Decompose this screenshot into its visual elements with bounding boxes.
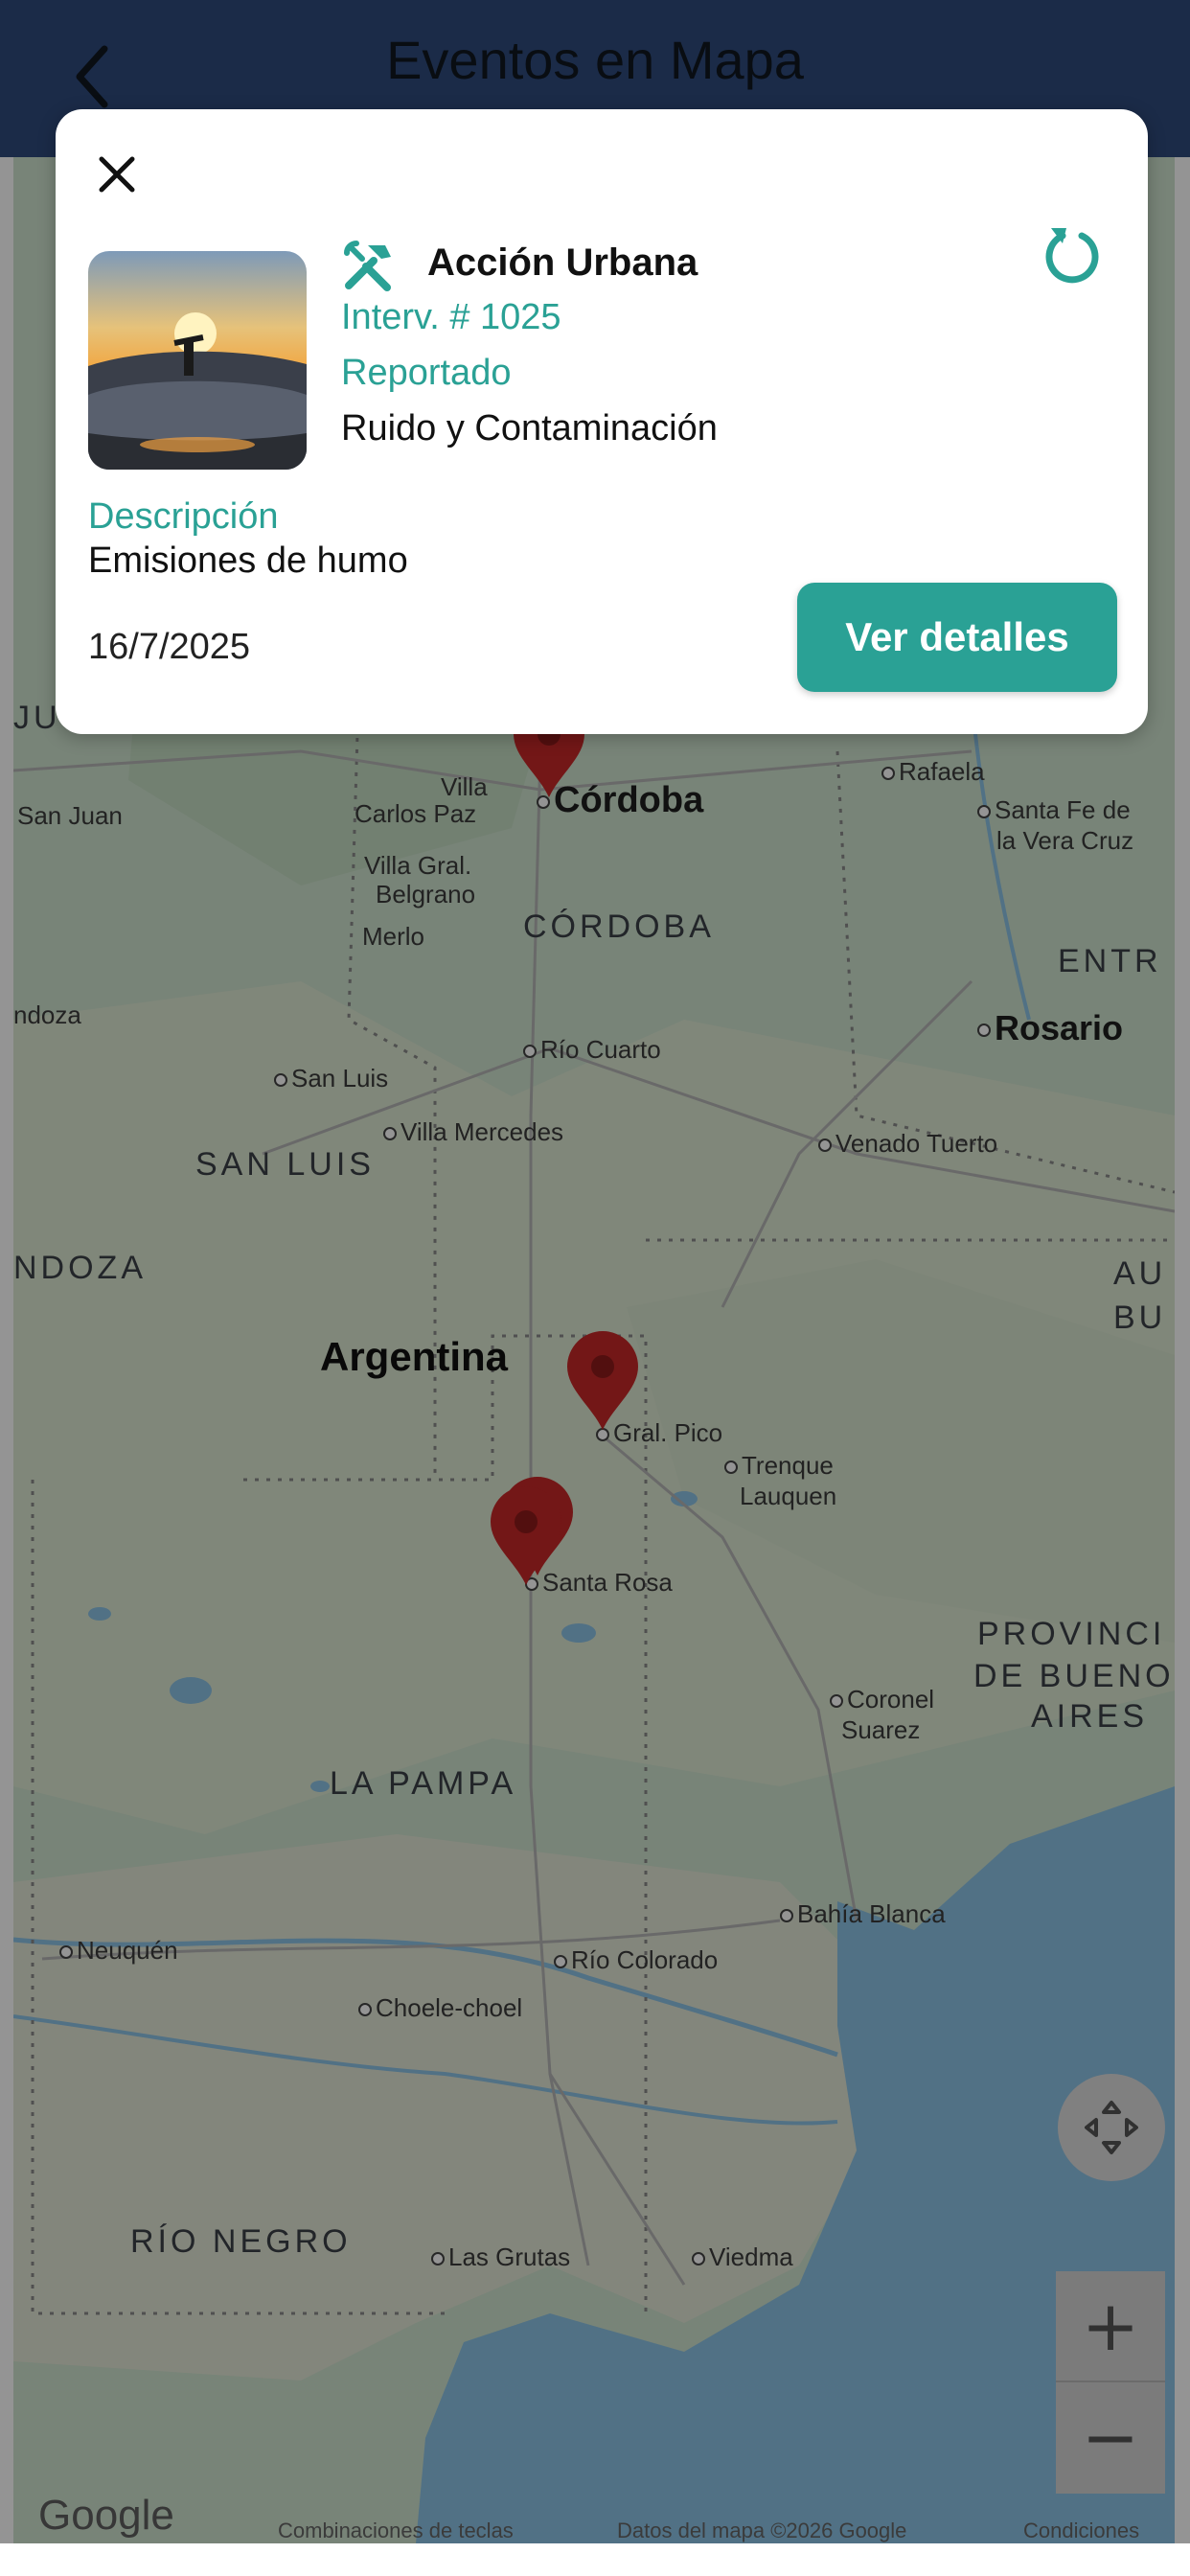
intervention-number: Interv. # 1025 bbox=[341, 297, 561, 337]
status-text: Reportado bbox=[341, 353, 512, 393]
category-text: Ruido y Contaminación bbox=[341, 408, 718, 448]
screen: JU San Juan Villa Carlos Paz Córdoba Vil… bbox=[0, 0, 1190, 2576]
event-date: 16/7/2025 bbox=[88, 627, 251, 667]
tools-icon bbox=[341, 238, 397, 293]
close-button[interactable] bbox=[86, 144, 148, 205]
refresh-button[interactable] bbox=[1039, 215, 1106, 291]
refresh-icon bbox=[1045, 228, 1099, 284]
event-card: Acción Urbana Interv. # 1025 Reportado R… bbox=[56, 109, 1148, 734]
event-photo[interactable] bbox=[88, 251, 307, 470]
bottom-strip bbox=[0, 2543, 1190, 2576]
view-details-button[interactable]: Ver detalles bbox=[797, 583, 1117, 692]
close-icon bbox=[99, 156, 135, 193]
event-type: Acción Urbana bbox=[427, 242, 698, 284]
description-label: Descripción bbox=[88, 496, 279, 537]
event-photo-image bbox=[88, 251, 307, 470]
description-text: Emisiones de humo bbox=[88, 540, 408, 581]
